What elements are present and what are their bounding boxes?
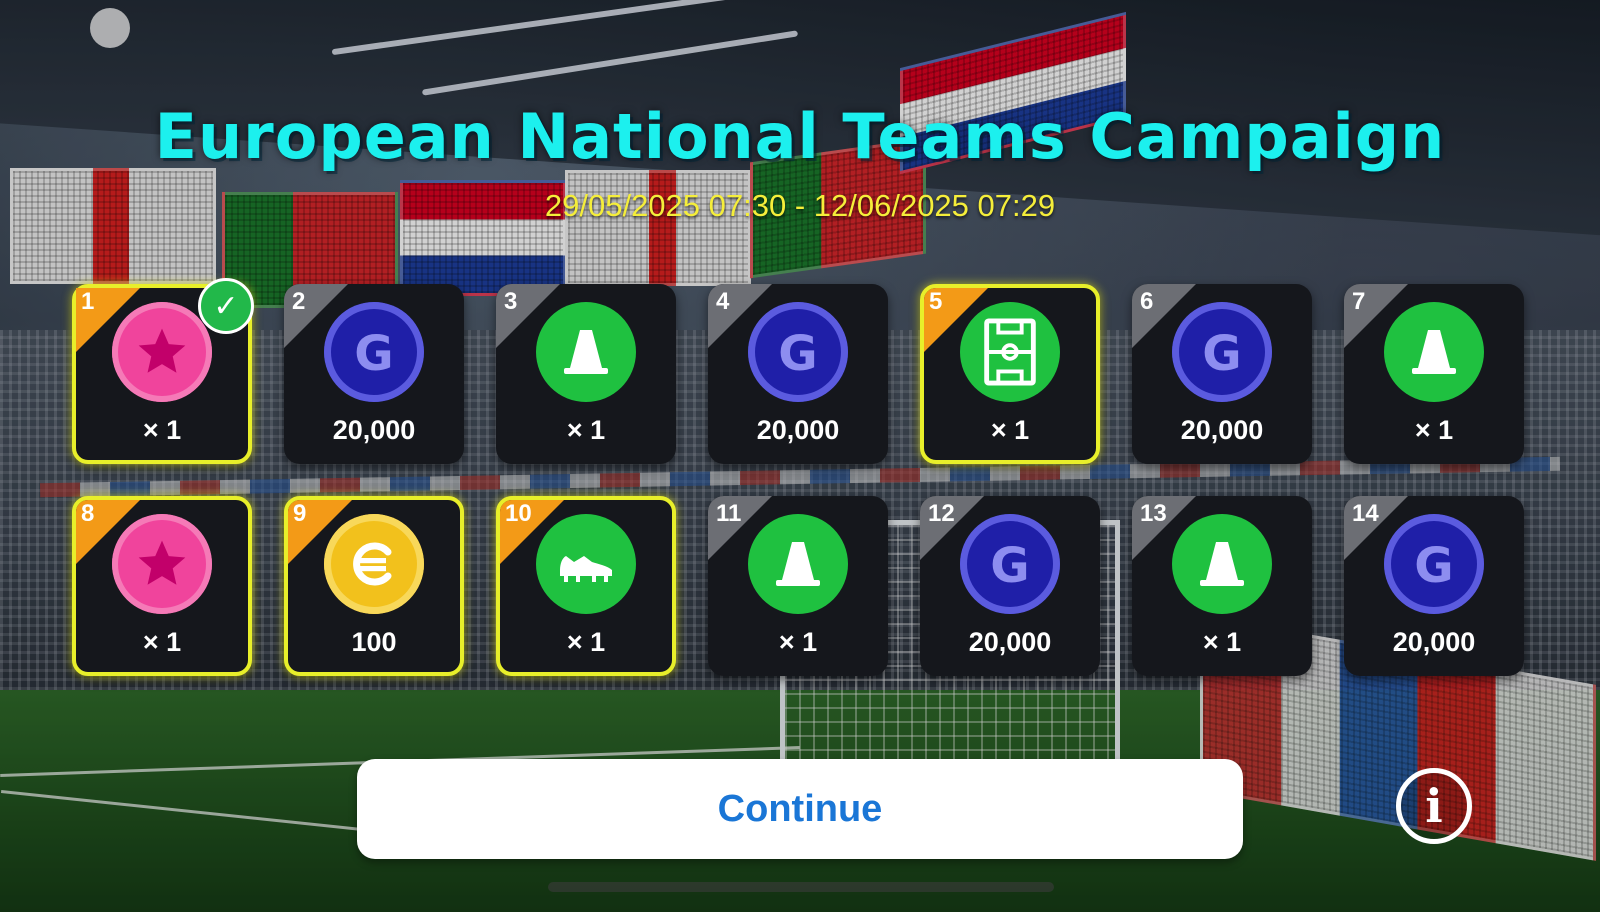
day-number: 13 bbox=[1140, 500, 1167, 527]
reward-card-day-5[interactable]: 5 × 1 bbox=[920, 284, 1100, 464]
reward-card-day-1[interactable]: 1 × 1 ✓ bbox=[72, 278, 254, 464]
day-number: 7 bbox=[1352, 288, 1366, 315]
pitch-icon bbox=[960, 302, 1060, 402]
day-number: 5 bbox=[929, 288, 943, 315]
info-icon[interactable]: i bbox=[1396, 768, 1472, 844]
reward-quantity: 20,000 bbox=[1180, 415, 1264, 445]
reward-quantity: 20,000 bbox=[332, 415, 416, 445]
day-number: 6 bbox=[1140, 288, 1154, 315]
day-number: 10 bbox=[505, 500, 532, 527]
reward-card-day-6[interactable]: 6 G 20,000 bbox=[1132, 284, 1312, 464]
reward-card-day-9[interactable]: 9 100 bbox=[284, 496, 464, 676]
reward-card-day-3[interactable]: 3 × 1 bbox=[496, 284, 676, 464]
svg-text:G: G bbox=[1414, 538, 1453, 594]
claimed-check-icon: ✓ bbox=[198, 278, 254, 334]
reward-quantity: × 1 bbox=[778, 627, 818, 657]
reward-card-day-12[interactable]: 12 G 20,000 bbox=[920, 496, 1100, 676]
reward-quantity: 20,000 bbox=[756, 415, 840, 445]
training-cone-icon bbox=[536, 302, 636, 402]
star-coin-icon bbox=[112, 302, 212, 402]
reward-card-day-13[interactable]: 13 × 1 bbox=[1132, 496, 1312, 676]
home-indicator bbox=[548, 882, 1054, 892]
reward-quantity: 20,000 bbox=[968, 627, 1052, 657]
reward-quantity: × 1 bbox=[566, 415, 606, 445]
star-coin-icon bbox=[112, 514, 212, 614]
boot-icon bbox=[536, 514, 636, 614]
day-number: 1 bbox=[81, 288, 95, 315]
gp-coin-icon: G bbox=[748, 302, 848, 402]
day-number: 3 bbox=[504, 288, 518, 315]
day-number: 14 bbox=[1352, 500, 1379, 527]
reward-quantity: × 1 bbox=[1414, 415, 1454, 445]
reward-card-day-8[interactable]: 8 × 1 bbox=[72, 496, 252, 676]
day-number: 12 bbox=[928, 500, 955, 527]
gp-coin-icon: G bbox=[960, 514, 1060, 614]
day-number: 11 bbox=[716, 500, 742, 527]
day-number: 2 bbox=[292, 288, 306, 315]
day-number: 4 bbox=[716, 288, 730, 315]
reward-quantity: 20,000 bbox=[1392, 627, 1476, 657]
day-number: 9 bbox=[293, 500, 307, 527]
gp-coin-icon: G bbox=[324, 302, 424, 402]
reward-card-day-7[interactable]: 7 × 1 bbox=[1344, 284, 1524, 464]
reward-quantity: × 1 bbox=[142, 415, 182, 445]
svg-text:G: G bbox=[354, 326, 393, 382]
reward-card-day-4[interactable]: 4 G 20,000 bbox=[708, 284, 888, 464]
training-cone-icon bbox=[1172, 514, 1272, 614]
reward-card-day-14[interactable]: 14 G 20,000 bbox=[1344, 496, 1524, 676]
reward-quantity: × 1 bbox=[566, 627, 606, 657]
reward-quantity: × 1 bbox=[1202, 627, 1242, 657]
reward-grid: 1 × 1 ✓ 2 G 20,000 3 × 1 4 G 20,000 5 × 1 6 G 20,000 7 × … bbox=[72, 278, 1532, 676]
campaign-dates: 29/05/2025 07:30 - 12/06/2025 07:29 bbox=[544, 188, 1056, 223]
training-cone-icon bbox=[748, 514, 848, 614]
svg-text:G: G bbox=[778, 326, 817, 382]
gp-coin-icon: G bbox=[1384, 514, 1484, 614]
reward-quantity: × 1 bbox=[990, 415, 1030, 445]
reward-quantity: × 1 bbox=[142, 627, 182, 657]
reward-card-day-2[interactable]: 2 G 20,000 bbox=[284, 284, 464, 464]
day-number: 8 bbox=[81, 500, 95, 527]
reward-card-day-11[interactable]: 11 × 1 bbox=[708, 496, 888, 676]
training-cone-icon bbox=[1384, 302, 1484, 402]
reward-card-day-10[interactable]: 10 × 1 bbox=[496, 496, 676, 676]
svg-text:G: G bbox=[1202, 326, 1241, 382]
continue-button[interactable]: Continue bbox=[357, 759, 1243, 859]
campaign-title: European National Teams Campaign bbox=[154, 100, 1446, 173]
reward-quantity: 100 bbox=[351, 627, 397, 657]
gp-coin-icon: G bbox=[1172, 302, 1272, 402]
svg-text:G: G bbox=[990, 538, 1029, 594]
efootball-coin-icon bbox=[324, 514, 424, 614]
